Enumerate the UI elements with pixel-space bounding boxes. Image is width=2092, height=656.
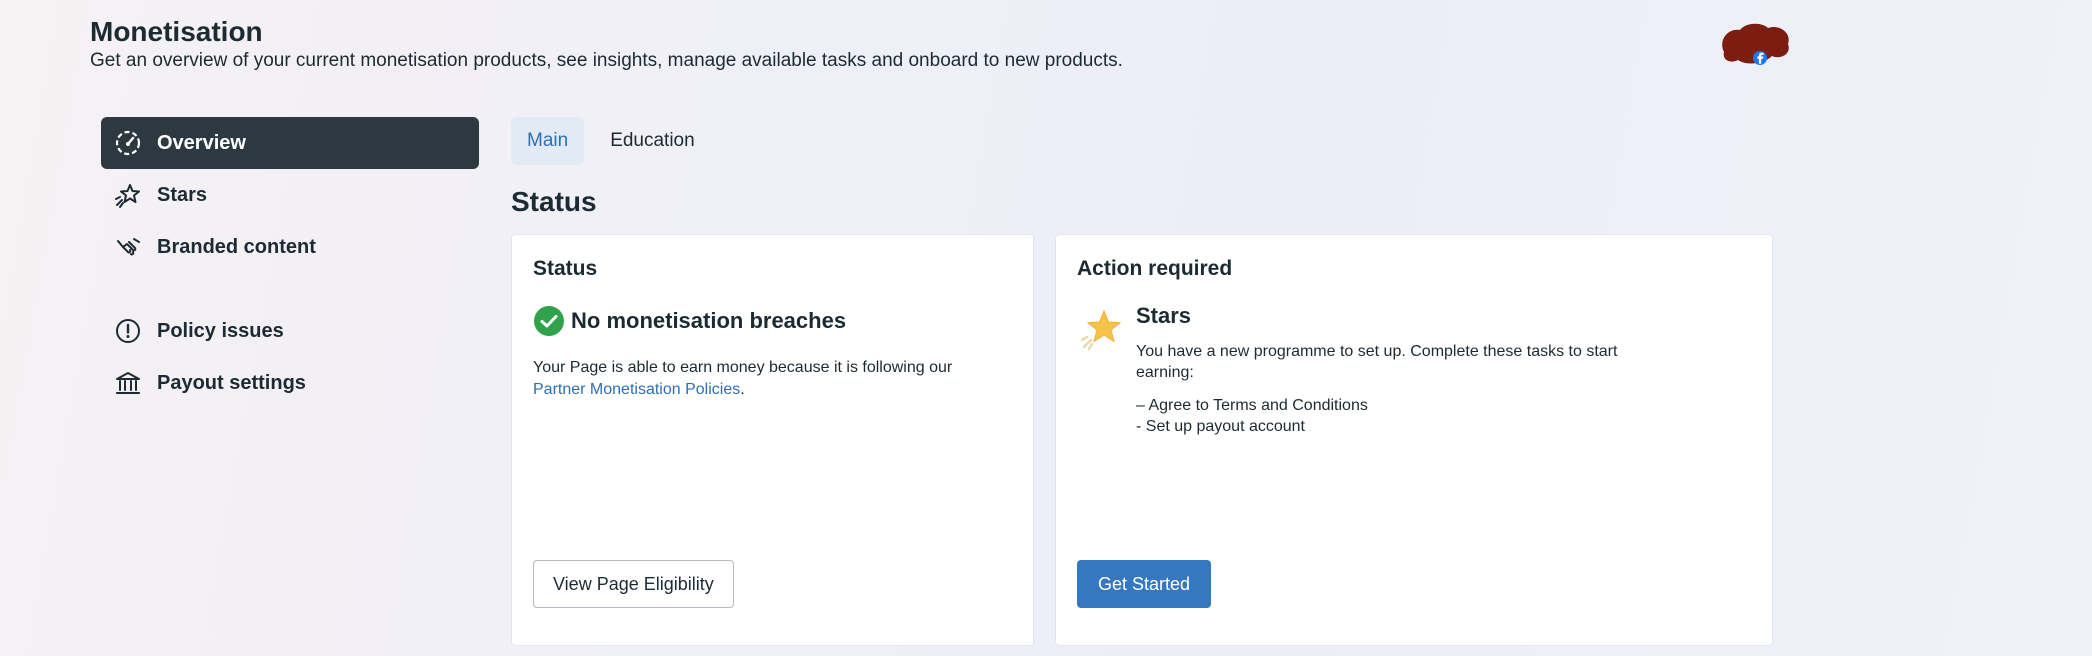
- status-description: Your Page is able to earn money because …: [533, 357, 1003, 401]
- stars-icon: [113, 180, 143, 210]
- action-required-card: Action required Stars You have a new pro…: [1055, 234, 1773, 646]
- avatar[interactable]: [1716, 20, 1794, 70]
- policy-link[interactable]: Partner Monetisation Policies: [533, 381, 740, 398]
- status-row: No monetisation breaches: [533, 305, 846, 337]
- sidebar-item-overview[interactable]: Overview: [101, 117, 479, 169]
- handshake-icon: [113, 232, 143, 262]
- sidebar-item-label: Overview: [157, 131, 246, 154]
- avatar-blob-icon: [1722, 23, 1789, 65]
- bank-icon: [113, 368, 143, 398]
- sidebar-item-stars[interactable]: Stars: [101, 169, 479, 221]
- sidebar: Overview Stars Branded content Policy is…: [101, 117, 479, 409]
- alert-circle-icon: [113, 316, 143, 346]
- status-text-end: .: [740, 381, 745, 398]
- tab-bar: Main Education: [511, 117, 711, 165]
- list-item: – Agree to Terms and Conditions: [1136, 397, 1368, 414]
- status-card: Status No monetisation breaches Your Pag…: [511, 234, 1034, 646]
- tab-main[interactable]: Main: [511, 117, 585, 165]
- view-page-eligibility-button[interactable]: View Page Eligibility: [533, 560, 734, 608]
- task-description: You have a new programme to set up. Comp…: [1136, 343, 1618, 381]
- tab-education[interactable]: Education: [594, 117, 711, 165]
- card-title: Action required: [1077, 257, 1233, 280]
- sidebar-item-label: Payout settings: [157, 371, 306, 394]
- sidebar-item-label: Policy issues: [157, 319, 284, 342]
- status-heading: No monetisation breaches: [571, 308, 847, 333]
- sidebar-item-label: Branded content: [157, 235, 316, 258]
- gauge-icon: [113, 128, 143, 158]
- sidebar-item-branded-content[interactable]: Branded content: [101, 221, 479, 273]
- star-icon: [1080, 309, 1122, 351]
- page-subtitle: Get an overview of your current monetisa…: [90, 50, 1123, 71]
- status-text: Your Page is able to earn money because …: [533, 359, 953, 376]
- task-list: – Agree to Terms and Conditions - Set up…: [1136, 395, 1368, 437]
- get-started-button[interactable]: Get Started: [1077, 560, 1212, 608]
- list-item: - Set up payout account: [1136, 418, 1305, 435]
- sidebar-item-label: Stars: [157, 183, 208, 206]
- check-circle-icon: [534, 306, 564, 336]
- task-title: Stars: [1136, 303, 1192, 328]
- sidebar-item-payout-settings[interactable]: Payout settings: [101, 357, 479, 409]
- section-title: Status: [511, 186, 597, 217]
- sidebar-item-policy-issues[interactable]: Policy issues: [101, 305, 479, 357]
- page-title: Monetisation: [90, 16, 263, 47]
- card-title: Status: [533, 257, 598, 280]
